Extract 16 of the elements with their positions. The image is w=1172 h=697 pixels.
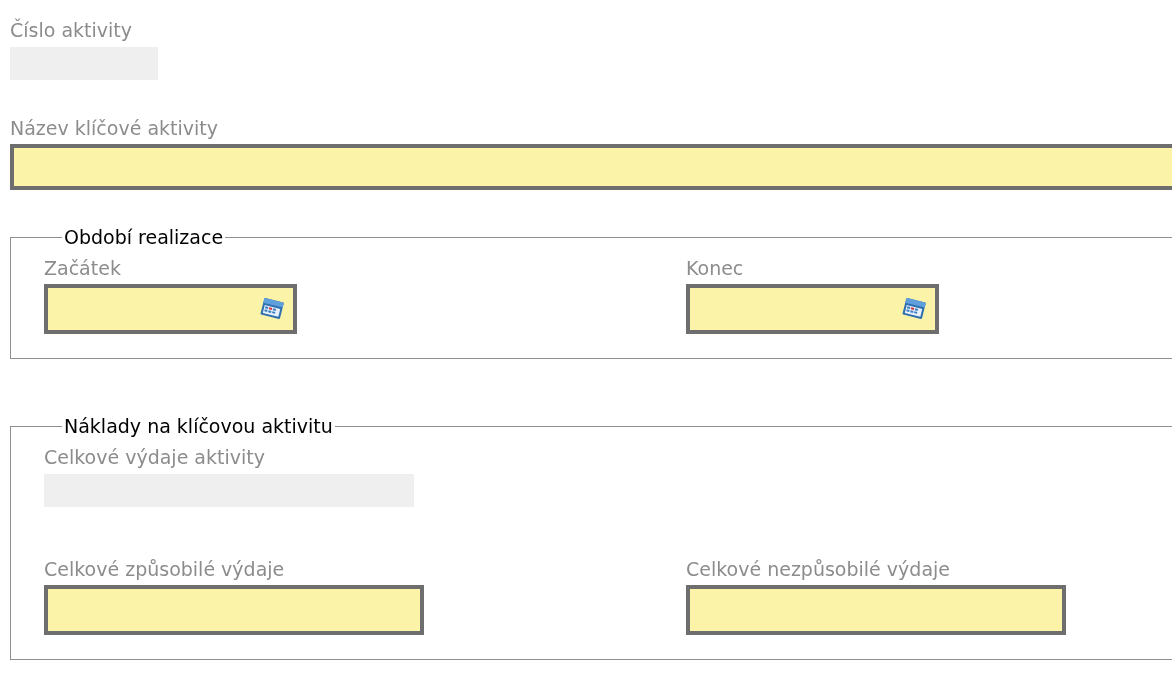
input-field[interactable]: [686, 585, 1066, 635]
field-label: Celkové způsobilé výdaje: [44, 557, 285, 582]
input-field[interactable]: [10, 144, 1172, 190]
date-field[interactable]: [686, 284, 939, 334]
input-field[interactable]: [44, 585, 424, 635]
field-label: Začátek: [44, 256, 121, 281]
field-label: Název klíčové aktivity: [10, 116, 218, 141]
field-label: Konec: [686, 256, 744, 281]
field-label: Celkové výdaje aktivity: [44, 445, 265, 470]
group-legend: Období realizace: [62, 224, 226, 250]
calendar-icon[interactable]: [901, 298, 927, 320]
calendar-icon[interactable]: [259, 298, 285, 320]
date-field[interactable]: [44, 284, 297, 334]
field-label: Celkové nezpůsobilé výdaje: [686, 557, 950, 582]
group-legend: Náklady na klíčovou aktivitu: [62, 413, 335, 439]
field-label: Číslo aktivity: [10, 17, 132, 43]
